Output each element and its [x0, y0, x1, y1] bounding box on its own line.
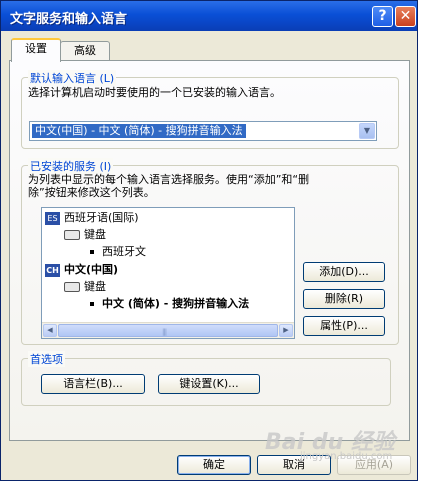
scroll-right-icon[interactable]: ▶: [279, 324, 293, 337]
language-ch-icon: CH: [45, 263, 60, 277]
preferences-legend: 首选项: [28, 351, 65, 367]
language-es-icon: ES: [45, 211, 60, 225]
keyboard-icon: [64, 230, 80, 240]
bullet-icon: [90, 302, 94, 306]
installed-services-description-line1: 为列表中显示的每个输入语言选择服务。使用“添加”和“删: [28, 173, 310, 186]
help-button[interactable]: ?: [372, 6, 393, 27]
close-button[interactable]: ✕: [395, 6, 416, 27]
keyboard-icon: [64, 282, 80, 292]
tree-item-keyboard-es[interactable]: 键盘: [64, 228, 106, 242]
default-language-description: 选择计算机启动时要使用的一个已安装的输入语言。: [28, 86, 281, 99]
installed-services-description-line2: 除”按钮来修改这个列表。: [28, 186, 155, 199]
default-language-legend: 默认输入语言 (L): [28, 70, 117, 86]
tree-item-spanish[interactable]: ES 西班牙语(国际): [45, 211, 139, 225]
remove-button[interactable]: 删除(R): [303, 289, 385, 309]
grip-icon: |||: [162, 328, 167, 336]
tree-item-chinese[interactable]: CH 中文(中国): [45, 263, 118, 277]
dialog-window: 文字服务和输入语言 ? ✕ 设置 高级 默认输入语言 (L) 选择计算机启动时要…: [0, 0, 418, 481]
tab-settings[interactable]: 设置: [11, 38, 61, 62]
baidu-watermark-url: jingyan.baidu.com: [300, 451, 393, 462]
tree-item-label: 西班牙文: [102, 245, 146, 258]
tree-item-label: 键盘: [84, 228, 106, 241]
tree-item-keyboard-ch[interactable]: 键盘: [64, 280, 106, 294]
tree-item-label: 西班牙语(国际): [64, 211, 139, 224]
window-title: 文字服务和输入语言: [10, 12, 128, 27]
scroll-thumb[interactable]: |||: [58, 324, 278, 337]
tree-item-label: 中文 (简体) - 搜狗拼音输入法: [102, 297, 250, 310]
chevron-down-icon[interactable]: ▼: [359, 123, 375, 139]
installed-services-legend: 已安装的服务 (I): [28, 158, 114, 174]
title-bar[interactable]: 文字服务和输入语言 ? ✕: [1, 1, 417, 31]
default-language-value: 中文(中国) - 中文 (简体) - 搜狗拼音输入法: [32, 124, 246, 138]
tree-item-sogou-pinyin[interactable]: 中文 (简体) - 搜狗拼音输入法: [90, 297, 249, 311]
language-bar-button[interactable]: 语言栏(B)...: [41, 374, 145, 394]
scroll-left-icon[interactable]: ◀: [43, 324, 57, 337]
ok-button[interactable]: 确定: [177, 455, 251, 475]
properties-button[interactable]: 属性(P)...: [303, 316, 385, 336]
horizontal-scrollbar[interactable]: ◀ ||| ▶: [42, 322, 294, 338]
default-language-select[interactable]: 中文(中国) - 中文 (简体) - 搜狗拼音输入法 ▼: [29, 121, 377, 141]
tab-advanced[interactable]: 高级: [60, 41, 110, 61]
tree-item-spanish-keyboard[interactable]: 西班牙文: [90, 245, 146, 259]
key-settings-button[interactable]: 键设置(K)...: [158, 374, 260, 394]
bullet-icon: [90, 250, 94, 254]
tree-item-label: 中文(中国): [64, 263, 119, 276]
tree-item-label: 键盘: [84, 280, 106, 293]
services-tree[interactable]: ES 西班牙语(国际) 键盘 西班牙文 CH 中文(中国) 键盘 中文 (简体) -…: [41, 207, 295, 339]
add-button[interactable]: 添加(D)...: [303, 262, 385, 282]
